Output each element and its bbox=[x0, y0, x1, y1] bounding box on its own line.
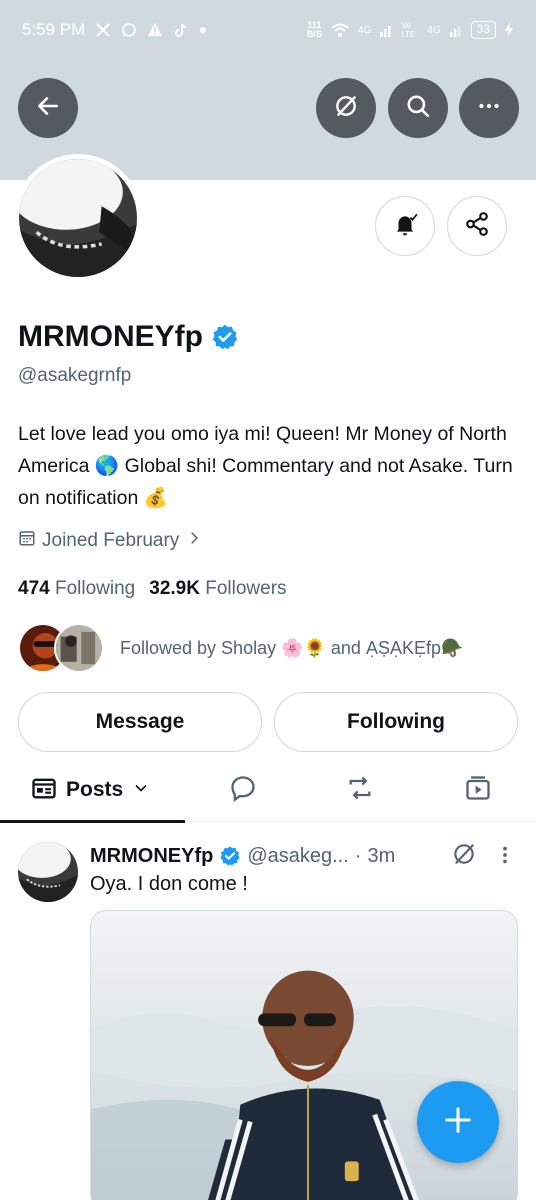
battery-level: 33 bbox=[470, 21, 496, 39]
profile-bio: Let love lead you omo iya mi! Queen! Mr … bbox=[18, 423, 513, 509]
tab-posts-label: Posts bbox=[66, 778, 124, 801]
net-speed-unit: B/S bbox=[306, 29, 322, 39]
tab-reposts[interactable] bbox=[346, 760, 374, 820]
tab-posts[interactable]: Posts bbox=[30, 760, 151, 820]
more-options-button[interactable] bbox=[459, 78, 519, 138]
signal-2-label: 4G bbox=[427, 24, 441, 36]
active-tab-indicator bbox=[0, 820, 185, 823]
posts-icon bbox=[30, 774, 58, 807]
joined-text: Joined February bbox=[42, 530, 180, 551]
signal-1-label: 4G bbox=[357, 24, 372, 36]
post-author-name[interactable]: MRMONEYfp bbox=[90, 845, 213, 868]
search-button[interactable] bbox=[388, 78, 448, 138]
followed-by-row[interactable]: Followed by Sholay 🌸🌻 and ẠṢẠKẸfp🪖 bbox=[18, 622, 463, 674]
share-icon bbox=[464, 211, 490, 242]
whatsapp-icon bbox=[121, 22, 137, 38]
post-header: MRMONEYfp @asakeg... · 3m bbox=[90, 842, 395, 870]
following-button[interactable]: Following bbox=[274, 692, 518, 752]
profile-tabs: Posts bbox=[0, 760, 536, 823]
post-more-icon[interactable] bbox=[494, 844, 516, 866]
verified-icon[interactable] bbox=[211, 323, 239, 351]
tiktok-icon bbox=[173, 22, 189, 38]
grok-icon[interactable] bbox=[451, 841, 477, 867]
grok-icon bbox=[333, 93, 359, 124]
post-text: Oya. I don come ! bbox=[90, 873, 248, 895]
signal-1-icon bbox=[379, 23, 393, 37]
notification-bell-icon bbox=[392, 211, 418, 242]
post-separator: · bbox=[354, 844, 362, 867]
dot-icon bbox=[199, 26, 207, 34]
verified-icon bbox=[219, 845, 241, 867]
post-author-handle: @asakeg... bbox=[247, 844, 349, 867]
follow-stats: 474 Following 32.9K Followers bbox=[18, 578, 287, 600]
signal-2-icon bbox=[449, 23, 463, 37]
net-speed: 111 B/S bbox=[307, 21, 322, 39]
followed-by-text: Followed by Sholay 🌸🌻 and ẠṢẠKẸfp🪖 bbox=[120, 637, 464, 658]
repost-icon bbox=[346, 774, 374, 807]
calendar-icon bbox=[18, 529, 36, 553]
profile-handle: @asakegrnfp bbox=[18, 365, 132, 386]
chevron-right-icon bbox=[185, 529, 203, 553]
volte-label: Vo LTE bbox=[401, 21, 416, 39]
followers-stat[interactable]: 32.9K Followers bbox=[149, 578, 286, 600]
tab-media[interactable] bbox=[464, 760, 492, 820]
joined-date[interactable]: Joined February bbox=[18, 529, 203, 553]
tab-replies[interactable] bbox=[229, 760, 257, 820]
post-avatar[interactable] bbox=[18, 842, 78, 902]
profile-display-name: MRMONEYfp bbox=[18, 320, 239, 354]
message-button[interactable]: Message bbox=[18, 692, 262, 752]
warning-icon bbox=[147, 22, 163, 38]
followers-count: 32.9K bbox=[149, 578, 200, 599]
profile-avatar[interactable] bbox=[14, 154, 142, 282]
back-icon bbox=[35, 93, 61, 124]
follower-avatar-2 bbox=[54, 623, 104, 673]
compose-button[interactable] bbox=[417, 1081, 499, 1163]
media-icon bbox=[464, 774, 492, 807]
avatar-image bbox=[19, 159, 137, 277]
more-icon bbox=[476, 93, 502, 124]
following-label: Following bbox=[54, 578, 136, 599]
post-time: 3m bbox=[367, 844, 396, 867]
followers-label: Followers bbox=[205, 578, 287, 599]
wifi-icon bbox=[330, 22, 350, 38]
share-profile-button[interactable] bbox=[447, 196, 507, 256]
notification-button[interactable] bbox=[375, 196, 435, 256]
following-stat[interactable]: 474 Following bbox=[18, 578, 135, 600]
status-time: 5:59 PM bbox=[22, 20, 86, 39]
following-count: 474 bbox=[18, 578, 50, 599]
status-bar: 5:59 PM 111 B/S 4G Vo LTE 4G 33 bbox=[0, 0, 536, 60]
charging-icon bbox=[504, 22, 514, 38]
reply-icon bbox=[229, 774, 257, 807]
compose-plus-icon bbox=[443, 1105, 473, 1140]
back-button[interactable] bbox=[18, 78, 78, 138]
grok-button[interactable] bbox=[316, 78, 376, 138]
display-name-text: MRMONEYfp bbox=[18, 320, 203, 353]
chevron-down-icon bbox=[131, 778, 151, 803]
x-app-icon bbox=[95, 22, 111, 38]
search-icon bbox=[405, 93, 431, 124]
